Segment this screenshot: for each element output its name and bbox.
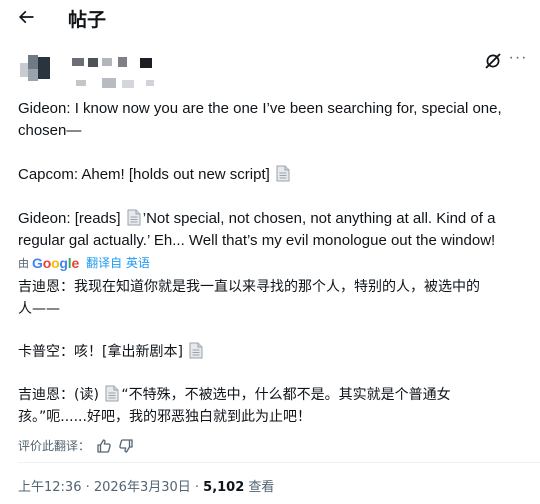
thumbs-down-icon[interactable]	[118, 438, 134, 454]
translated-by-google: 由 Google 翻译自 英语	[18, 254, 150, 271]
grok-button[interactable]	[484, 52, 502, 70]
rate-translation-row: 评价此翻译：	[18, 437, 134, 454]
post-line: Gideon: I know now you are the one I’ve …	[18, 100, 502, 117]
top-bar: 帖子	[0, 0, 540, 34]
more-button[interactable]: ···	[508, 50, 528, 70]
post-line: Capcom: Ahem! [holds out new script]	[18, 164, 528, 186]
translated-line-text: 吉迪恩：(读)	[18, 387, 99, 403]
translated-line: 孩。”呃......好吧，我的邪恶独白就到此为止吧！	[18, 409, 311, 425]
post-timestamp[interactable]: 上午12:36 · 2026年3月30日 ·	[18, 480, 203, 495]
grok-icon	[485, 53, 501, 69]
view-count: 5,102	[203, 480, 245, 495]
thumbs-up-icon[interactable]	[96, 438, 112, 454]
post-meta: 上午12:36 · 2026年3月30日 · 5,102 查看	[18, 476, 274, 495]
avatar[interactable]	[20, 55, 54, 83]
page-facing-up-icon	[127, 209, 141, 226]
divider	[18, 462, 540, 463]
page-facing-up-icon	[105, 385, 119, 402]
rate-translation-label: 评价此翻译：	[18, 439, 91, 453]
arrow-left-icon	[18, 10, 34, 24]
post-line-text: ’Not special, not chosen, not anything a…	[142, 210, 496, 227]
page-facing-up-icon	[189, 342, 203, 359]
post-line: Gideon: [reads] ’Not special, not chosen…	[18, 208, 528, 230]
post-line: chosen—	[18, 122, 82, 139]
post-line-text: Gideon: [reads]	[18, 210, 121, 227]
translated-line-text: 卡普空：咳！[拿出新剧本]	[18, 344, 183, 360]
translated-from-link[interactable]: 翻译自 英语	[86, 254, 150, 271]
post-line-text: Capcom: Ahem! [holds out new script]	[18, 166, 270, 183]
translated-line: 吉迪恩：我现在知道你就是我一直以来寻找的那个人，特别的人，被选中的	[18, 279, 480, 295]
views-label: 查看	[244, 480, 275, 495]
translated-by-label: 由	[18, 256, 29, 270]
more-horizontal-icon: ···	[508, 49, 528, 66]
back-button[interactable]	[12, 4, 40, 30]
translated-line-text: “不特殊，不被选中，什么都不是。其实就是个普通女	[121, 387, 451, 403]
translated-line: 卡普空：咳！[拿出新剧本]	[18, 341, 528, 363]
page-facing-up-icon	[276, 165, 290, 182]
post-line: regular gal actually.’ Eh... Well that’s…	[18, 232, 496, 249]
translated-line: 人——	[18, 301, 60, 317]
page-title: 帖子	[68, 9, 107, 31]
google-logo: Google	[32, 254, 80, 271]
translated-line: 吉迪恩：(读) “不特殊，不被选中，什么都不是。其实就是个普通女	[18, 384, 528, 406]
